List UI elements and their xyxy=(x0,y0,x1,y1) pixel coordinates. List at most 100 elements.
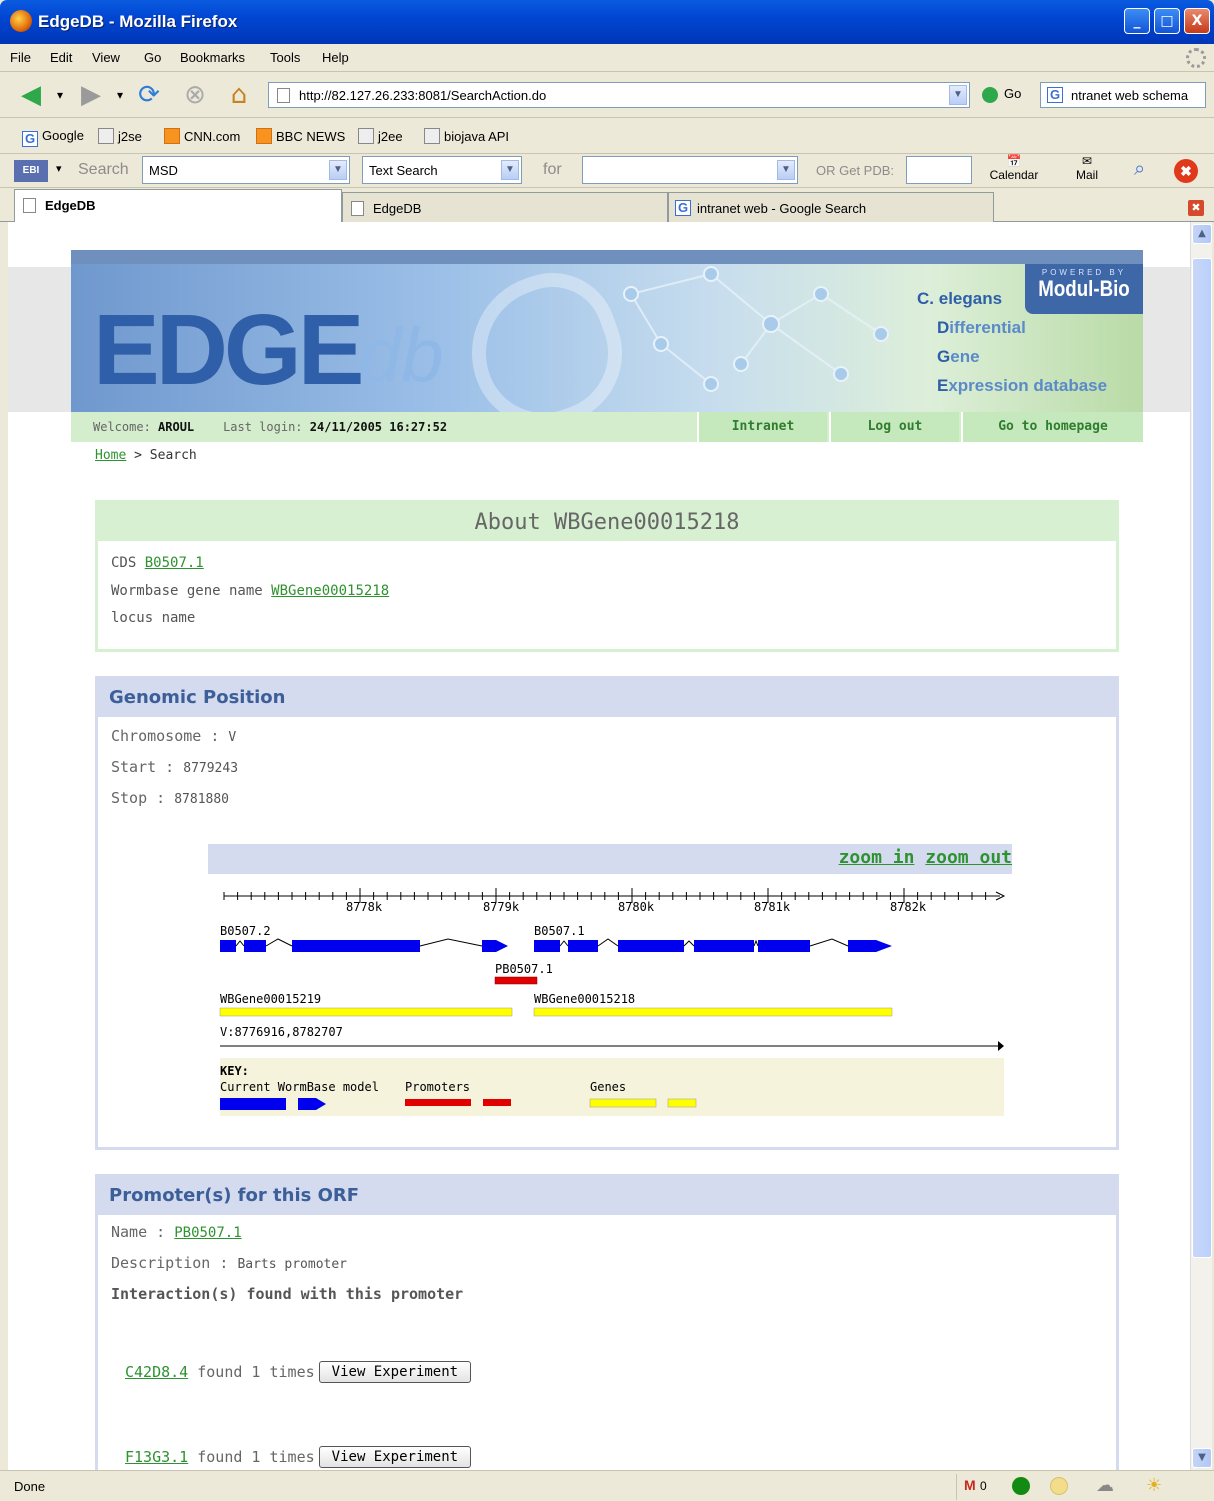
calendar-icon: 📅 xyxy=(1006,154,1022,168)
wbgene-bar-1 xyxy=(219,1007,513,1017)
tagline-letter: C. xyxy=(917,289,934,308)
mail-button[interactable]: ✉ Mail xyxy=(1066,154,1108,182)
bookmark-biojava[interactable]: biojava API xyxy=(424,128,509,144)
page-content: EDGE db C. elegans Differential Gene Exp… xyxy=(8,222,1190,1470)
promoters-title: Promoter(s) for this ORF xyxy=(98,1177,1116,1215)
magnifier-icon[interactable]: ⌕ xyxy=(1134,158,1145,181)
tab-edgedb-active[interactable]: EdgeDB xyxy=(14,189,342,222)
tagline-word: elegans xyxy=(938,289,1003,308)
menu-bar: File Edit View Go Bookmarks Tools Help xyxy=(0,44,1214,72)
scroll-down-icon[interactable]: ▼ xyxy=(1192,1448,1212,1468)
stop-icon[interactable]: ⊗ xyxy=(180,80,210,110)
promoters-panel: Promoter(s) for this ORF Name : PB0507.1… xyxy=(95,1174,1119,1470)
chromosome-label: Chromosome : xyxy=(111,727,220,745)
tagline-letter: G xyxy=(937,347,951,366)
gmail-icon[interactable]: M xyxy=(964,1477,976,1493)
brand-db: db xyxy=(359,313,444,398)
tick-label: 8778k xyxy=(346,900,383,914)
wormbase-row: Wormbase gene name WBGene00015218 xyxy=(111,583,389,599)
interaction-gene-link[interactable]: C42D8.4 xyxy=(125,1363,188,1381)
maximize-button[interactable]: □ xyxy=(1154,8,1180,34)
wbgene-label-1: WBGene00015219 xyxy=(220,992,321,1006)
tab-strip: EdgeDB EdgeDB Gintranet web - Google Sea… xyxy=(0,188,1214,222)
forward-dropdown-icon[interactable]: ▾ xyxy=(110,80,130,110)
view-experiment-button[interactable]: View Experiment xyxy=(318,1361,472,1383)
tab-edgedb[interactable]: EdgeDB xyxy=(342,192,668,222)
minimize-button[interactable]: _ xyxy=(1124,8,1150,34)
start-row: Start : 8779243 xyxy=(111,758,238,776)
tab-google-search[interactable]: Gintranet web - Google Search xyxy=(668,192,994,222)
ebi-query-select[interactable]: ▼ xyxy=(582,156,798,184)
view-experiment-button[interactable]: View Experiment xyxy=(318,1446,472,1468)
interactions-title: Interaction(s) found with this promoter xyxy=(111,1285,464,1303)
logout-link[interactable]: Log out xyxy=(829,412,959,442)
home-icon[interactable]: ⌂ xyxy=(224,80,254,110)
close-button[interactable]: X xyxy=(1184,8,1210,34)
bookmark-label: biojava API xyxy=(444,129,510,144)
chromosome-value: V xyxy=(228,730,237,745)
gene-model-b0507-1 xyxy=(534,938,892,952)
google-icon: G xyxy=(1047,87,1063,103)
tagline-letter: E xyxy=(937,376,949,395)
menu-edit[interactable]: Edit xyxy=(50,50,72,65)
bookmark-j2ee[interactable]: j2ee xyxy=(358,128,403,144)
homepage-link[interactable]: Go to homepage xyxy=(961,412,1143,442)
bookmark-j2se[interactable]: j2se xyxy=(98,128,142,144)
menu-help[interactable]: Help xyxy=(322,50,349,65)
back-dropdown-icon[interactable]: ▾ xyxy=(50,80,70,110)
menu-bookmarks[interactable]: Bookmarks xyxy=(180,50,245,65)
intranet-link[interactable]: Intranet xyxy=(697,412,827,442)
modul-bio-text: Modul-Bio xyxy=(1038,276,1130,301)
scroll-thumb[interactable] xyxy=(1192,258,1212,1258)
calendar-label: Calendar xyxy=(989,168,1039,182)
url-text: http://82.127.26.233:8081/SearchAction.d… xyxy=(299,88,547,103)
ebi-pdb-input[interactable] xyxy=(906,156,972,184)
ebi-dropdown-icon[interactable]: ▾ xyxy=(56,162,62,175)
menu-file[interactable]: File xyxy=(10,50,31,65)
google-search-box[interactable]: G ntranet web schema xyxy=(1040,82,1206,108)
interaction-count: found 1 times xyxy=(197,1363,315,1381)
zoom-out-link[interactable]: zoom out xyxy=(925,847,1012,868)
key-gene-swatch-2 xyxy=(667,1098,697,1108)
ebi-logo-icon[interactable]: EBI xyxy=(14,160,48,182)
breadcrumb-home[interactable]: Home xyxy=(95,448,126,463)
tick-label: 8779k xyxy=(483,900,520,914)
genome-track-image: 8778k 8779k 8780k 8781k 8782k B0507.2 B0… xyxy=(219,888,1006,1116)
interaction-gene-link[interactable]: F13G3.1 xyxy=(125,1448,188,1466)
zoom-in-link[interactable]: zoom in xyxy=(839,847,915,868)
cds-link[interactable]: B0507.1 xyxy=(145,555,204,571)
calendar-button[interactable]: 📅 Calendar xyxy=(986,154,1042,182)
bookmark-page-icon xyxy=(424,128,440,144)
bookmark-page-icon xyxy=(98,128,114,144)
wormbase-link[interactable]: WBGene00015218 xyxy=(271,583,389,599)
interaction-count: found 1 times xyxy=(197,1448,315,1466)
vertical-scrollbar[interactable]: ▲ ▼ xyxy=(1190,222,1212,1470)
bookmark-bbc[interactable]: BBC NEWS xyxy=(256,128,345,144)
url-dropdown-icon[interactable]: ▼ xyxy=(949,85,967,105)
back-icon[interactable]: ◀ xyxy=(16,80,46,110)
bookmark-cnn[interactable]: CNN.com xyxy=(164,128,240,144)
status-green-icon xyxy=(1012,1477,1030,1495)
welcome-bar: Welcome: AROUL Last login: 24/11/2005 16… xyxy=(71,412,1143,442)
promoter-name-link[interactable]: PB0507.1 xyxy=(174,1225,241,1241)
ebi-database-select[interactable]: MSD ▼ xyxy=(142,156,350,184)
key-promoters-label: Promoters xyxy=(405,1080,470,1094)
promoter-description-value: Barts promoter xyxy=(237,1257,348,1272)
bookmark-google[interactable]: G Google xyxy=(22,128,84,147)
go-button[interactable]: Go xyxy=(982,86,1021,103)
forward-icon[interactable]: ▶ xyxy=(76,80,106,110)
rss-icon xyxy=(164,128,180,144)
scroll-up-icon[interactable]: ▲ xyxy=(1192,224,1212,244)
promoter-bar xyxy=(494,976,538,985)
reload-icon[interactable]: ⟳ xyxy=(134,80,164,110)
close-tab-icon[interactable]: ✖ xyxy=(1188,200,1204,216)
menu-go[interactable]: Go xyxy=(144,50,161,65)
title-bar[interactable]: EdgeDB - Mozilla Firefox _ □ X xyxy=(0,0,1214,44)
ebi-close-icon[interactable]: ✖ xyxy=(1174,159,1198,183)
menu-tools[interactable]: Tools xyxy=(270,50,300,65)
gene-label-b0507-2: B0507.2 xyxy=(220,924,271,938)
moon-icon xyxy=(1050,1477,1068,1495)
menu-view[interactable]: View xyxy=(92,50,120,65)
ebi-search-type-select[interactable]: Text Search ▼ xyxy=(362,156,522,184)
url-bar[interactable]: http://82.127.26.233:8081/SearchAction.d… xyxy=(268,82,970,108)
